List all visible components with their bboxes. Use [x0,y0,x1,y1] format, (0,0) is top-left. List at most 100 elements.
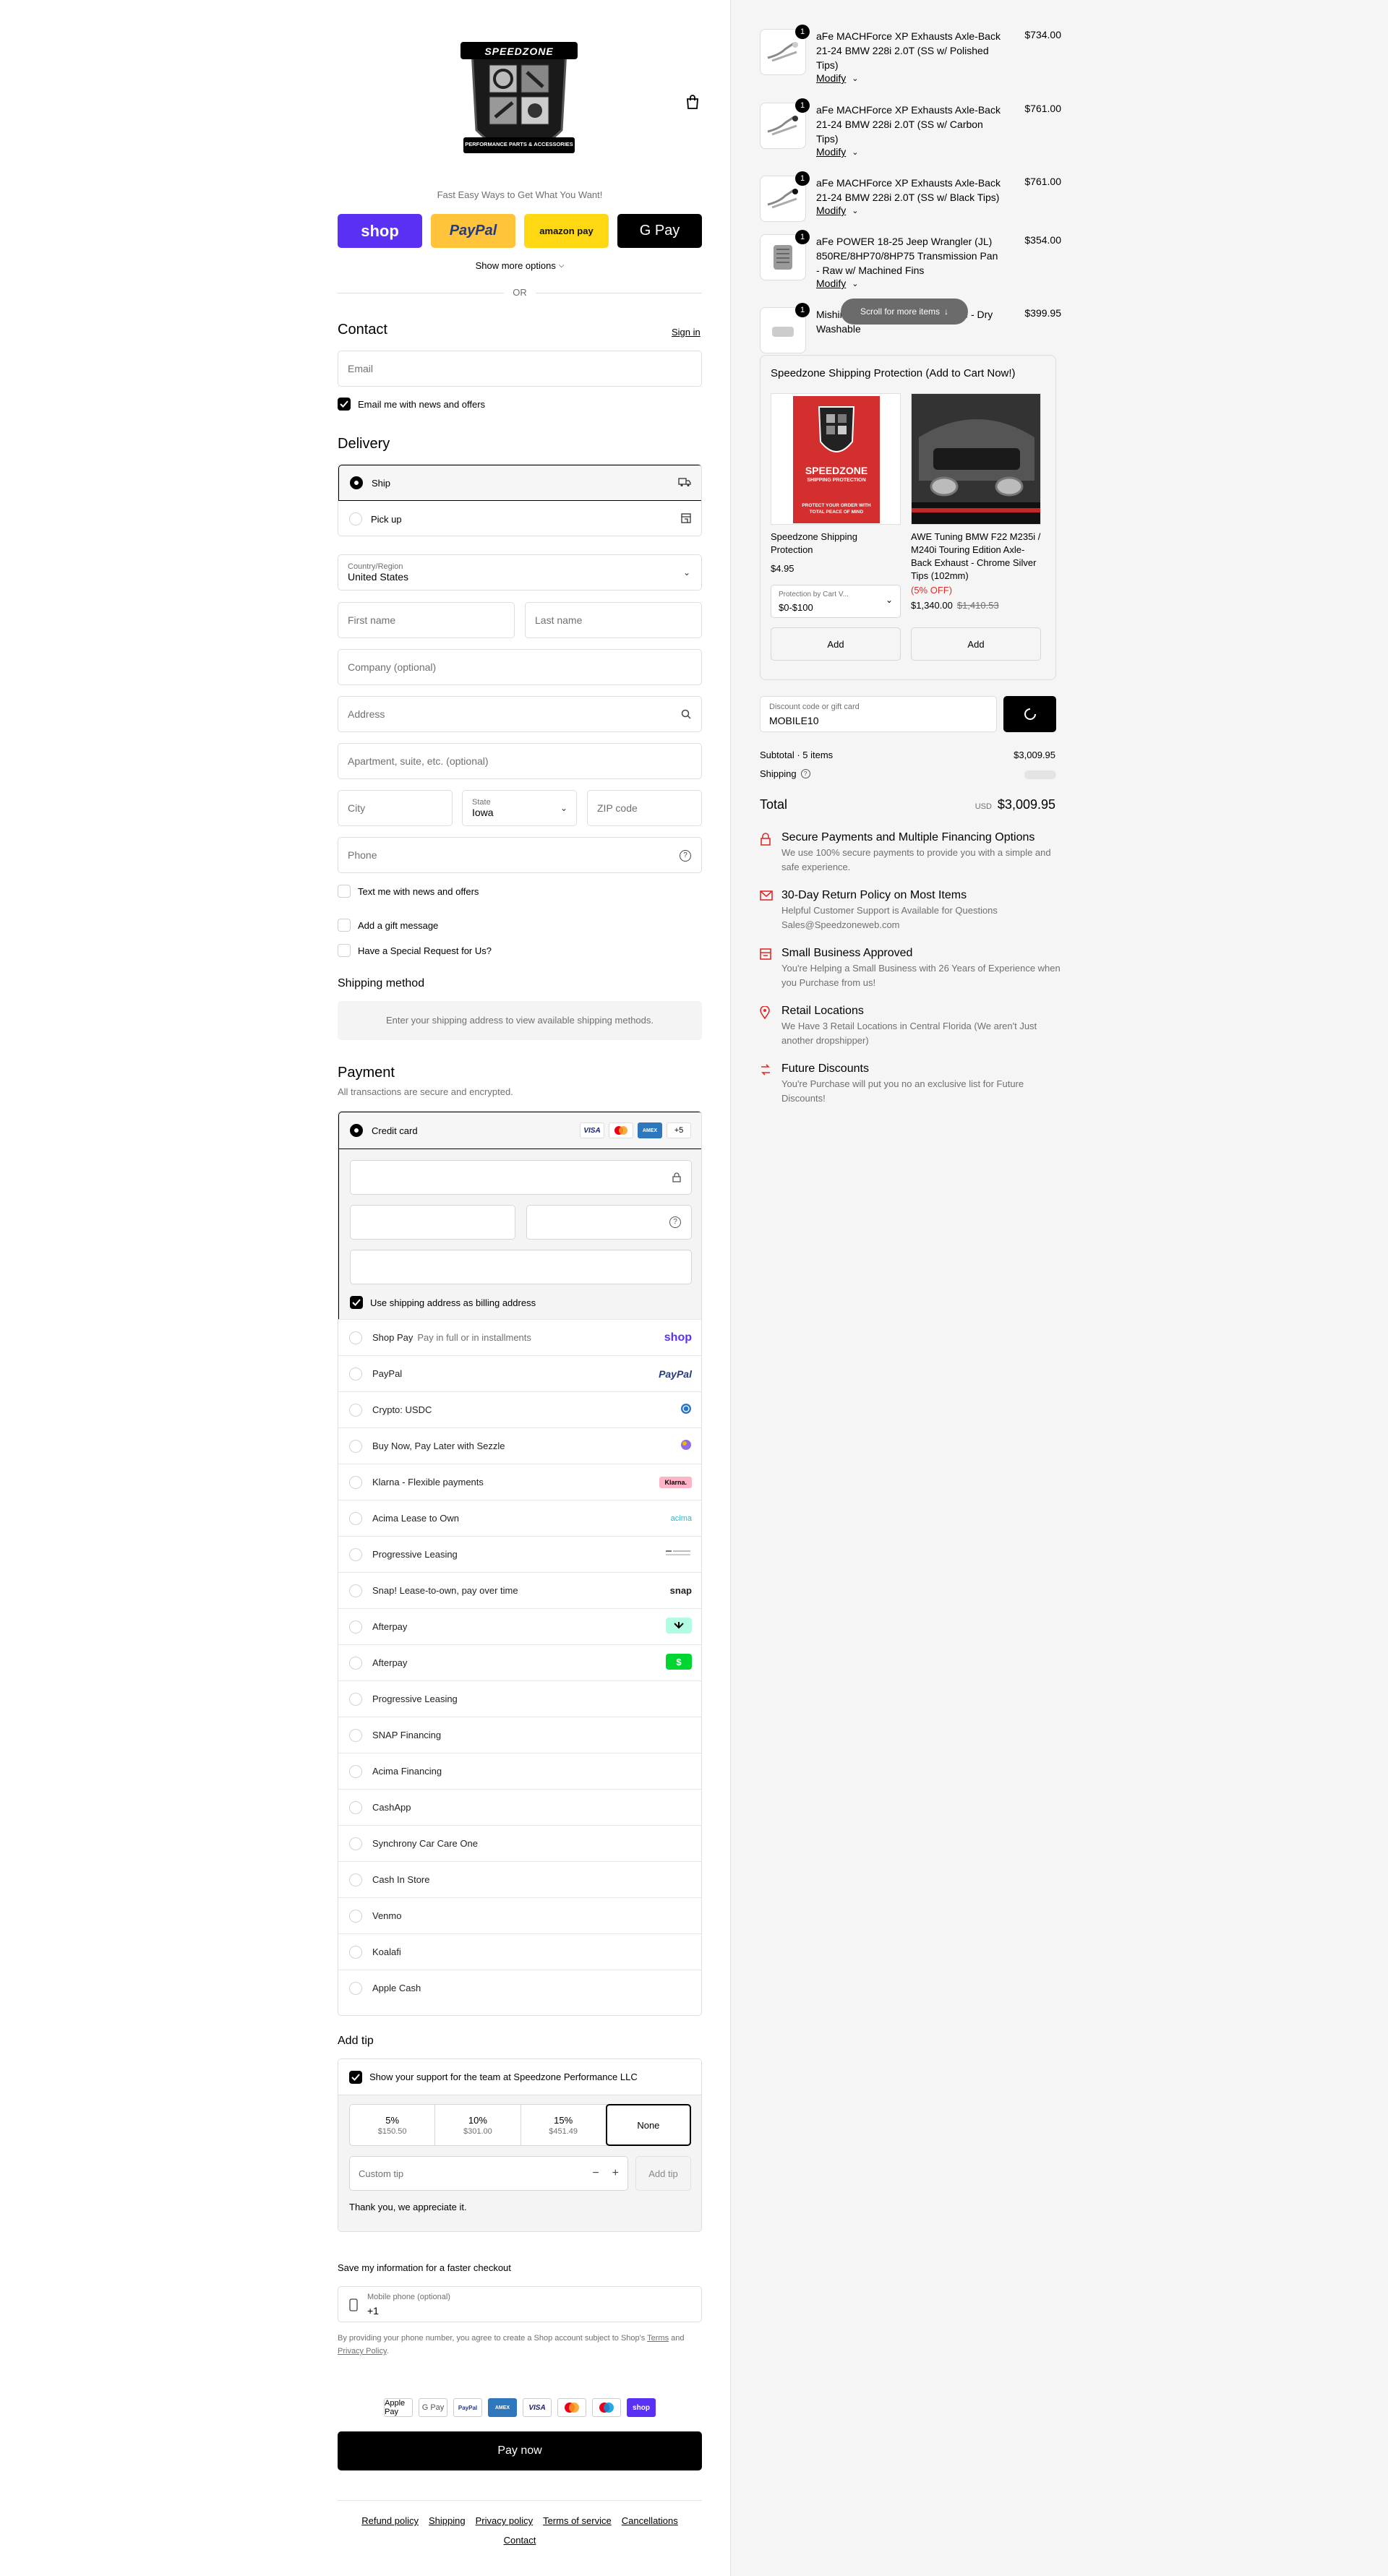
expiry-field[interactable] [350,1205,515,1240]
add-tip-button[interactable]: Add tip [635,2156,691,2191]
phone-field[interactable]: Phone ? [338,837,702,873]
payment-option[interactable]: Apple Cash [338,1970,701,2006]
radio[interactable] [349,1511,362,1525]
pay-now-button[interactable]: Pay now [338,2431,702,2470]
payment-option[interactable]: Venmo [338,1897,701,1933]
radio[interactable] [349,1475,362,1489]
address-field[interactable]: Address [338,696,702,732]
checkbox[interactable] [338,944,351,957]
payment-option[interactable]: Snap! Lease-to-own, pay over time snap [338,1572,701,1608]
plus-icon[interactable]: + [612,2167,619,2180]
privacy-link[interactable]: Privacy Policy [338,2347,387,2356]
payment-option[interactable]: Afterpay [338,1608,701,1644]
tip-support-row[interactable]: Show your support for the team at Speedz… [338,2059,701,2095]
ship-option[interactable]: Ship [338,465,701,501]
footer-link[interactable]: Shipping [429,2515,466,2526]
cart-item-image[interactable]: 1 [760,230,810,280]
company-field[interactable]: Company (optional) [338,649,702,685]
sign-in-link[interactable]: Sign in [672,327,701,338]
payment-option[interactable]: PayPal PayPal [338,1355,701,1391]
help-icon[interactable]: ? [669,1216,681,1228]
help-icon[interactable]: ? [800,769,810,778]
checkbox[interactable] [338,919,351,932]
cart-item-image[interactable]: 1 [760,98,810,149]
store-logo[interactable]: SPEEDZONE PERFORMANCE PARTS & ACCESSORIE… [460,36,578,171]
tip-option[interactable]: 10% $301.00 [435,2105,521,2145]
last-name-field[interactable]: Last name [525,602,702,638]
email-field[interactable]: Email [338,351,702,387]
protection-select[interactable]: Protection by Cart V... $0-$100 ⌄ [771,585,901,618]
checkbox-checked[interactable] [349,2070,362,2084]
footer-link[interactable]: Privacy policy [476,2515,533,2526]
payment-option[interactable]: Buy Now, Pay Later with Sezzle [338,1427,701,1464]
pickup-radio[interactable] [349,512,362,525]
checkbox-checked[interactable] [338,398,351,411]
news-checkbox-row[interactable]: Email me with news and offers [338,398,485,411]
payment-option[interactable]: CashApp [338,1789,701,1825]
checkbox-checked[interactable] [350,1296,363,1309]
mobile-phone-field[interactable]: Mobile phone (optional) +1 [338,2286,702,2322]
radio[interactable] [349,1909,362,1923]
terms-link[interactable]: Terms [647,2334,669,2343]
shop-pay-button[interactable]: shop [338,214,422,248]
awe-exhaust-image[interactable] [911,393,1041,525]
modify-link[interactable]: Modify ⌄ [816,72,858,84]
ship-radio[interactable] [350,476,363,489]
cart-icon[interactable] [685,94,700,110]
card-number-field[interactable] [350,1160,692,1195]
amazon-pay-button[interactable]: amazon pay [524,214,609,248]
apply-discount-button[interactable] [1003,696,1056,732]
city-field[interactable]: City [338,790,453,826]
apartment-field[interactable]: Apartment, suite, etc. (optional) [338,743,702,779]
tip-option[interactable]: 15% $451.49 [521,2105,607,2145]
tip-option[interactable]: None [605,2104,691,2146]
billing-checkbox-row[interactable]: Use shipping address as billing address [350,1296,536,1309]
radio[interactable] [349,1692,362,1706]
payment-option[interactable]: Crypto: USDC [338,1391,701,1427]
upsell-2-add-button[interactable]: Add [911,627,1041,661]
payment-option[interactable]: Progressive Leasing [338,1536,701,1572]
credit-card-radio[interactable] [350,1124,363,1137]
radio[interactable] [349,1981,362,1995]
footer-link[interactable]: Cancellations [622,2515,678,2526]
cart-item-image[interactable]: 1 [760,25,810,75]
special-request-checkbox-row[interactable]: Have a Special Request for Us? [338,944,492,957]
payment-option[interactable]: Synchrony Car Care One [338,1825,701,1861]
upsell-1-add-button[interactable]: Add [771,627,901,661]
minus-icon[interactable]: − [592,2167,599,2180]
radio[interactable] [349,1367,362,1381]
payment-option[interactable]: SNAP Financing [338,1717,701,1753]
radio[interactable] [349,1945,362,1959]
shop-pay-option[interactable]: Shop Pay Pay in full or in installments … [338,1319,701,1355]
text-news-checkbox-row[interactable]: Text me with news and offers [338,885,479,898]
google-pay-button[interactable]: G Pay [617,214,702,248]
zip-field[interactable]: ZIP code [587,790,702,826]
paypal-button[interactable]: PayPal [431,214,515,248]
payment-option[interactable]: Klarna - Flexible payments Klarna. [338,1464,701,1500]
radio[interactable] [349,1584,362,1597]
radio[interactable] [349,1620,362,1633]
name-on-card-field[interactable] [350,1250,692,1284]
radio[interactable] [349,1439,362,1453]
radio[interactable] [349,1873,362,1886]
payment-option[interactable]: Acima Lease to Own acima [338,1500,701,1536]
tip-option[interactable]: 5% $150.50 [350,2105,436,2145]
credit-card-option[interactable]: Credit card VISA AMEX +5 [338,1112,701,1149]
modify-link[interactable]: Modify ⌄ [816,278,858,289]
radio[interactable] [349,1800,362,1814]
radio[interactable] [349,1837,362,1850]
footer-link[interactable]: Terms of service [543,2515,612,2526]
country-select[interactable]: Country/Region United States ⌄ [338,554,702,591]
payment-option[interactable]: Acima Financing [338,1753,701,1789]
payment-option[interactable]: Koalafi [338,1933,701,1970]
gift-checkbox-row[interactable]: Add a gift message [338,919,438,932]
shipping-protection-image[interactable]: SPEEDZONE SHIPPING PROTECTION PROTECT YO… [771,393,901,525]
modify-link[interactable]: Modify ⌄ [816,205,858,216]
footer-contact-link[interactable]: Contact [338,2535,702,2546]
radio[interactable] [349,1656,362,1670]
radio[interactable] [349,1764,362,1778]
state-select[interactable]: State Iowa ⌄ [462,790,577,826]
checkbox[interactable] [338,885,351,898]
payment-option[interactable]: Cash In Store [338,1861,701,1897]
payment-option[interactable]: Progressive Leasing [338,1680,701,1717]
